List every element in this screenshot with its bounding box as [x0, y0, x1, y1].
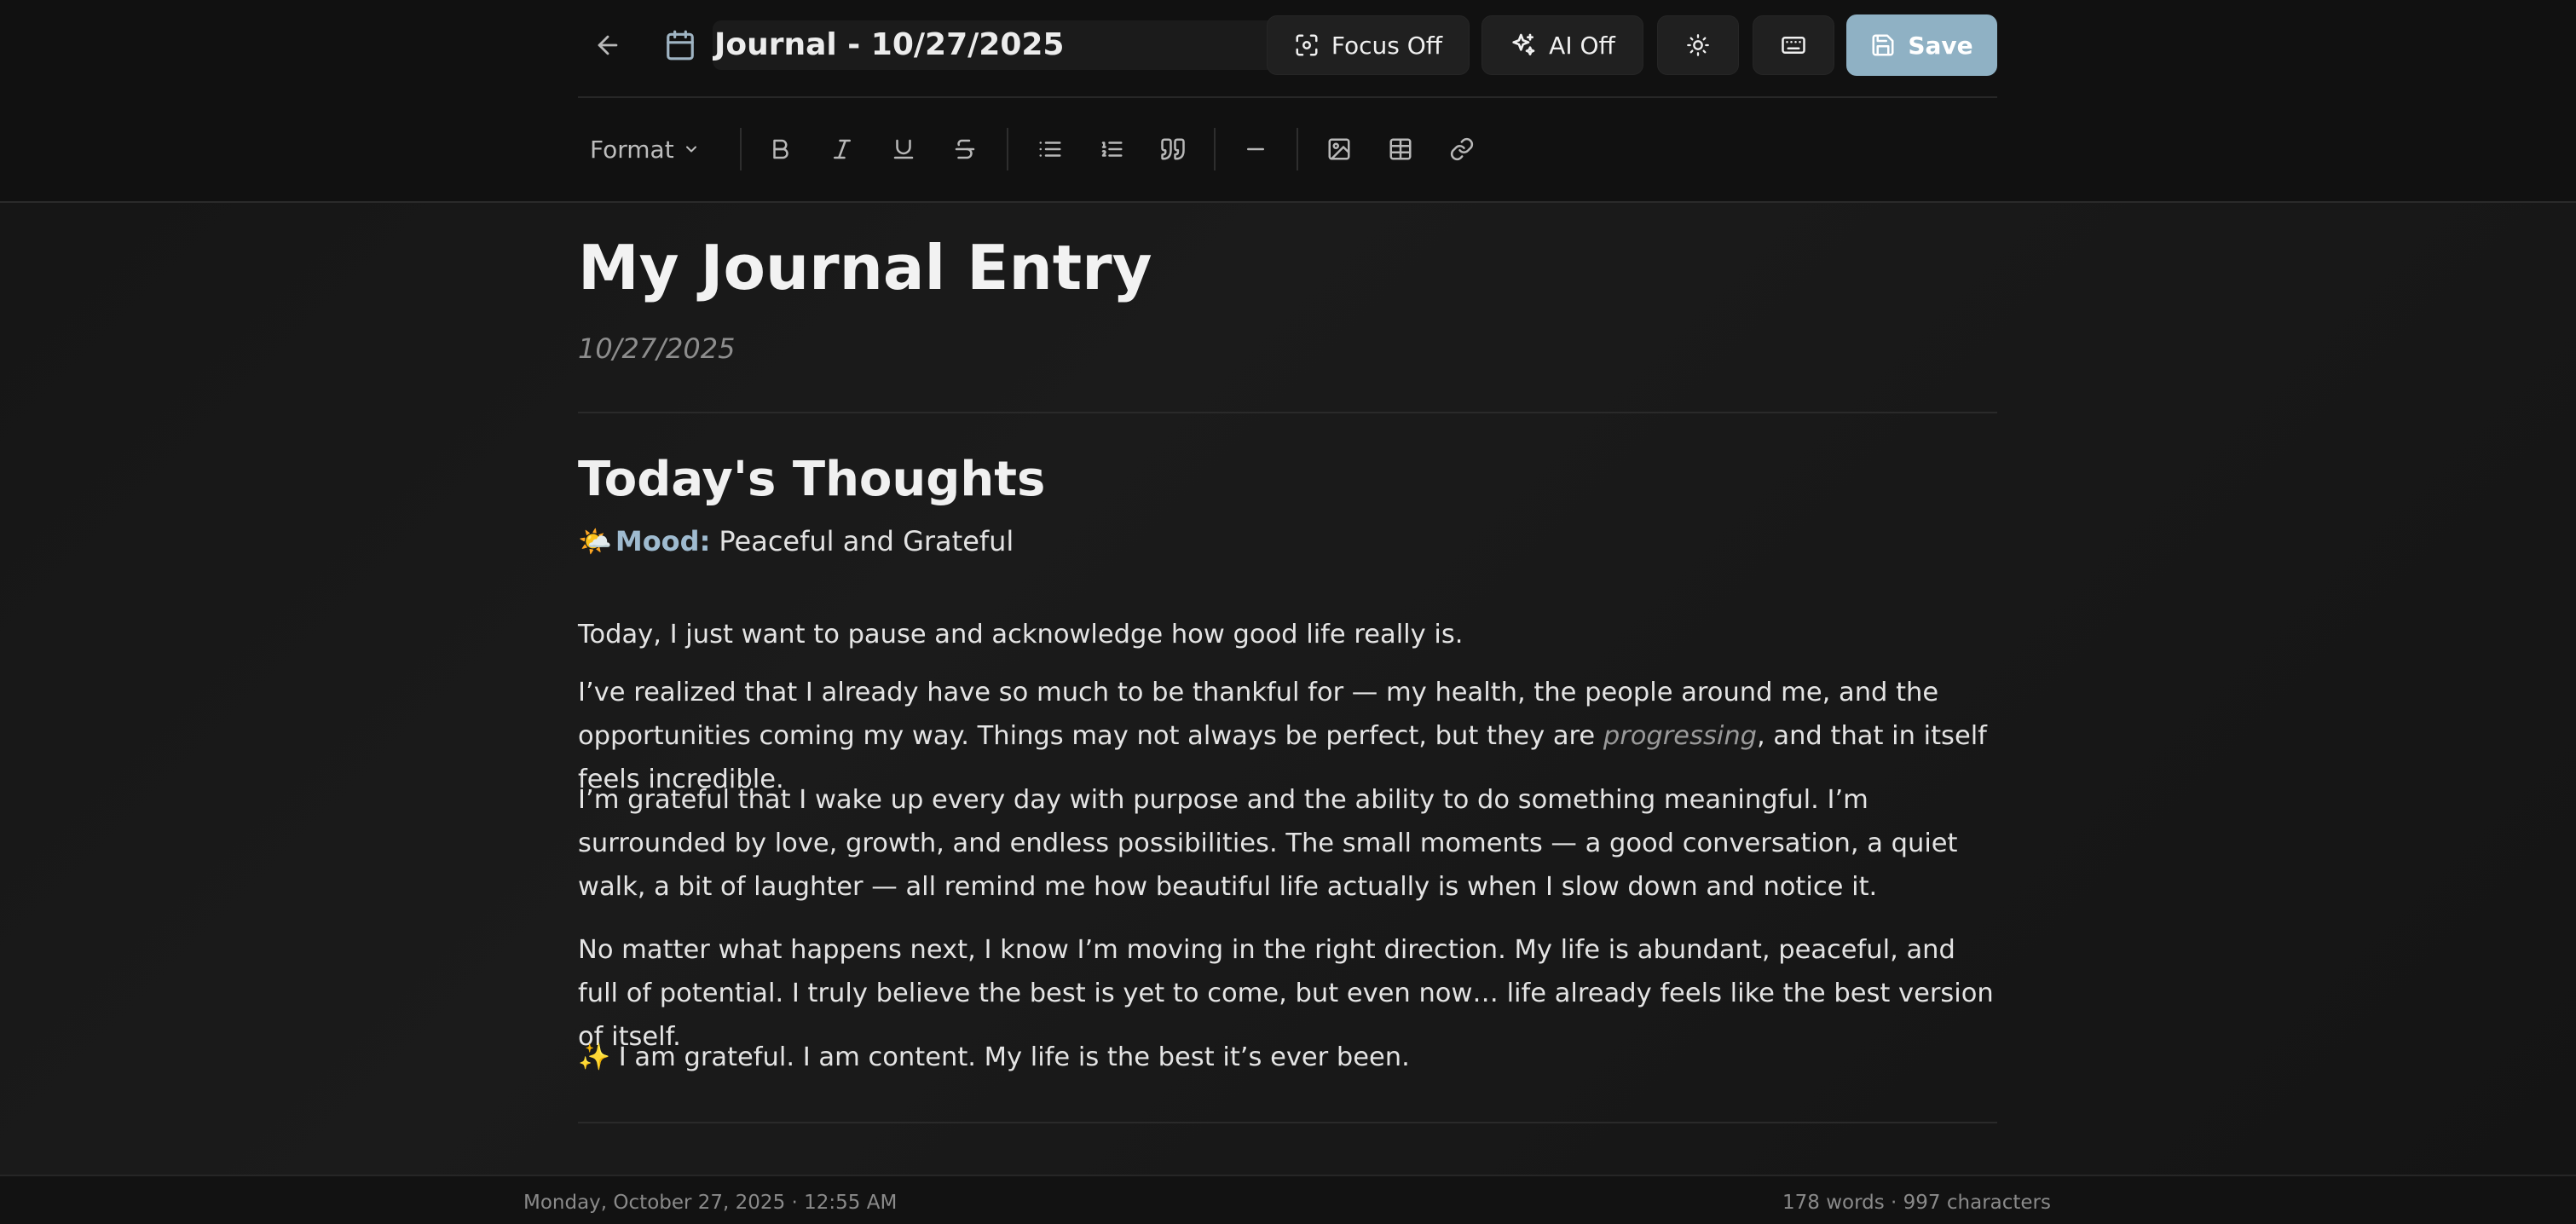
journal-title-input[interactable]: Journal - 10/27/2025 — [713, 20, 1302, 70]
paragraph: I’m grateful that I wake up every day wi… — [578, 785, 1958, 902]
sun-behind-cloud-icon: 🌤️ — [578, 525, 612, 557]
italic-button[interactable] — [819, 126, 865, 172]
bullet-list-button[interactable] — [1027, 126, 1073, 172]
sparkles-icon — [1510, 32, 1537, 59]
format-dropdown-label: Format — [590, 135, 674, 164]
header-divider — [578, 96, 1997, 98]
save-button[interactable]: Save — [1846, 14, 1997, 76]
quote-icon — [1160, 136, 1186, 162]
link-icon — [1449, 136, 1475, 162]
underline-icon — [891, 136, 916, 162]
paragraph: ✨ I am grateful. I am content. My life i… — [578, 1036, 1997, 1079]
sparkles-emoji-icon: ✨ — [578, 1042, 610, 1072]
keyboard-icon — [1781, 32, 1806, 58]
calendar-icon — [656, 14, 704, 77]
toolbar-separator — [1297, 128, 1298, 170]
floppy-disk-icon — [1870, 32, 1896, 58]
bold-button[interactable] — [758, 126, 804, 172]
quote-button[interactable] — [1150, 126, 1196, 172]
bold-icon — [768, 136, 794, 162]
editor-header: Journal - 10/27/2025 Focus Off AI Off Sa… — [0, 0, 2576, 203]
strikethrough-icon — [952, 136, 978, 162]
timestamp: Monday, October 27, 2025 · 12:55 AM — [523, 1192, 898, 1214]
theme-toggle-button[interactable] — [1657, 15, 1739, 75]
mood-label: Mood: — [615, 525, 711, 557]
focus-toggle-label: Focus Off — [1331, 31, 1443, 60]
underline-button[interactable] — [881, 126, 927, 172]
emphasis-text: progressing — [1603, 721, 1758, 751]
toolbar-separator — [740, 128, 742, 170]
status-bar: Monday, October 27, 2025 · 12:55 AM 178 … — [0, 1175, 2576, 1224]
horizontal-rule-button[interactable] — [1233, 126, 1279, 172]
focus-icon — [1294, 32, 1320, 58]
content-divider — [578, 412, 1997, 413]
toolbar-separator — [1007, 128, 1008, 170]
keyboard-shortcuts-button[interactable] — [1753, 15, 1834, 75]
numbered-list-icon — [1099, 136, 1124, 162]
top-action-bar: Journal - 10/27/2025 Focus Off AI Off Sa… — [578, 14, 1997, 77]
paragraph: Today, I just want to pause and acknowle… — [578, 620, 1464, 650]
toolbar-separator — [1214, 128, 1216, 170]
back-button[interactable] — [578, 14, 638, 77]
focus-toggle-button[interactable]: Focus Off — [1267, 15, 1470, 75]
ai-toggle-button[interactable]: AI Off — [1481, 15, 1643, 75]
mood-line: 🌤️ Mood: Peaceful and Grateful — [578, 525, 1014, 557]
horizontal-rule-icon — [1243, 136, 1268, 162]
paragraph-text: I am grateful. I am content. My life is … — [618, 1042, 1410, 1072]
word-count: 178 words · 997 characters — [1782, 1192, 2051, 1214]
insert-link-button[interactable] — [1439, 126, 1485, 172]
insert-table-button[interactable] — [1378, 126, 1424, 172]
numbered-list-button[interactable] — [1089, 126, 1135, 172]
bullet-list-icon — [1037, 136, 1063, 162]
section-heading: Today's Thoughts — [578, 452, 1046, 507]
journal-editor-page: Journal - 10/27/2025 Focus Off AI Off Sa… — [0, 0, 2576, 1224]
chevron-down-icon — [683, 141, 700, 158]
save-button-label: Save — [1908, 31, 1973, 60]
ai-toggle-label: AI Off — [1549, 31, 1615, 60]
italic-icon — [829, 136, 855, 162]
table-icon — [1388, 136, 1413, 162]
format-dropdown[interactable]: Format — [590, 126, 700, 172]
content-end-divider — [578, 1122, 1997, 1123]
image-icon — [1326, 136, 1352, 162]
document-title: My Journal Entry — [578, 232, 1152, 303]
formatting-toolbar: Format — [578, 118, 1997, 181]
mood-value: Peaceful and Grateful — [719, 525, 1014, 557]
sun-icon — [1686, 33, 1710, 57]
document-date: 10/27/2025 — [578, 332, 736, 365]
strikethrough-button[interactable] — [942, 126, 988, 172]
insert-image-button[interactable] — [1316, 126, 1362, 172]
arrow-left-icon — [593, 31, 622, 60]
